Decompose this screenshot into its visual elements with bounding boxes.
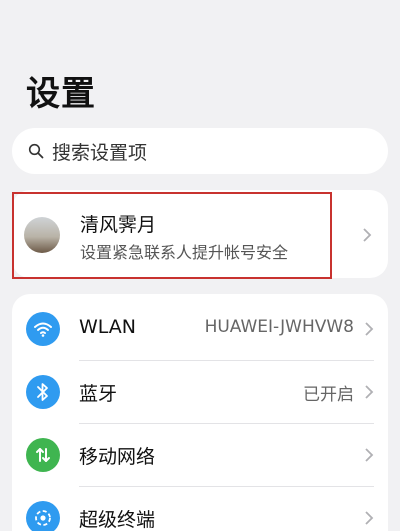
- mobile-network-icon: [26, 438, 60, 472]
- settings-item-label: 移动网络: [79, 446, 156, 468]
- search-bar[interactable]: 搜索设置项: [12, 128, 388, 174]
- chevron-right-icon: [365, 385, 374, 399]
- highlight-box: [12, 192, 332, 279]
- settings-item-bluetooth[interactable]: 蓝牙 已开启: [12, 361, 388, 423]
- settings-item-label: 超级终端: [79, 509, 156, 531]
- wifi-icon: [26, 312, 60, 346]
- chevron-right-icon: [365, 511, 374, 525]
- settings-item-value: HUAWEI-JWHVW8: [204, 317, 354, 337]
- search-icon: [28, 143, 44, 159]
- settings-item-label: WLAN: [79, 316, 137, 338]
- settings-item-mobile-network[interactable]: 移动网络: [12, 424, 388, 486]
- settings-item-wlan[interactable]: WLAN HUAWEI-JWHVW8: [12, 298, 388, 360]
- page-title: 设置: [26, 74, 96, 114]
- search-placeholder: 搜索设置项: [52, 141, 148, 164]
- chevron-right-icon: [365, 322, 374, 336]
- bluetooth-icon: [26, 375, 60, 409]
- chevron-right-icon: [363, 228, 372, 242]
- chevron-right-icon: [365, 448, 374, 462]
- settings-item-label: 蓝牙: [79, 383, 118, 405]
- settings-item-super-device[interactable]: 超级终端: [12, 487, 388, 531]
- settings-item-value: 已开启: [303, 385, 354, 405]
- super-device-icon: [26, 501, 60, 531]
